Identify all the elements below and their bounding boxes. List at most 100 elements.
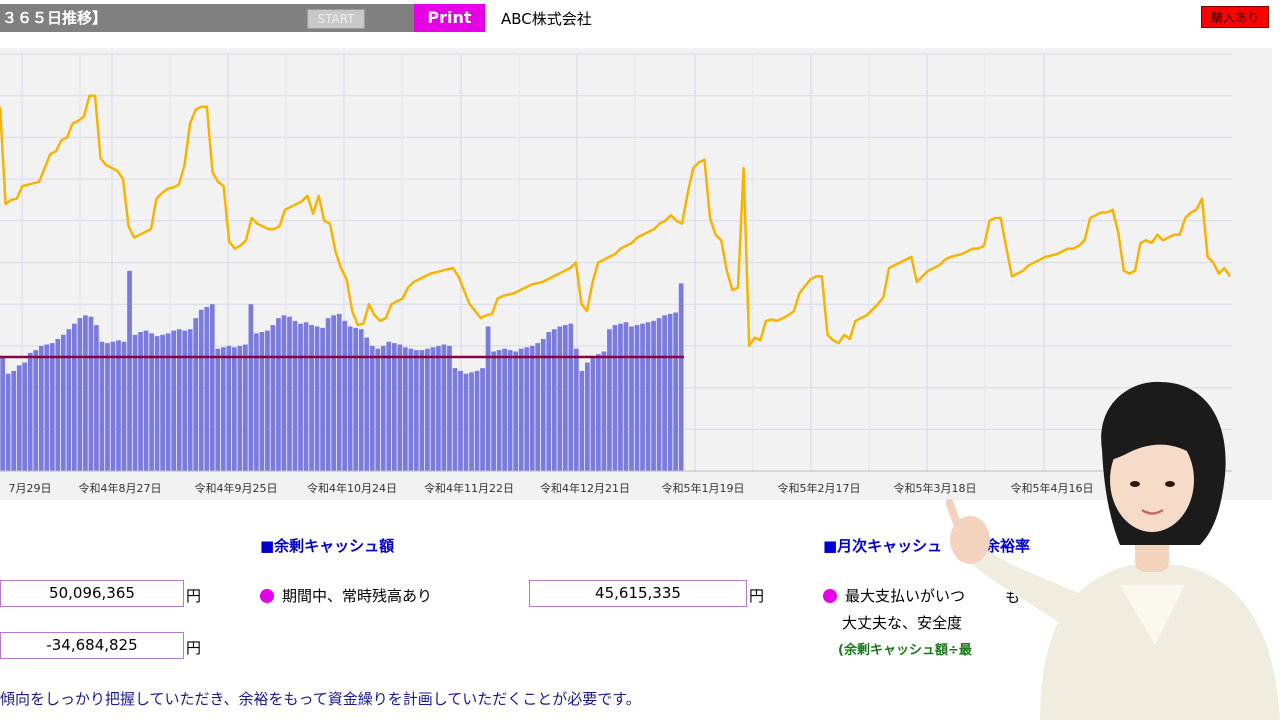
- chart-bar: [248, 304, 254, 471]
- chart-bar: [215, 348, 221, 471]
- chart-bar: [5, 373, 11, 471]
- chart-bar: [49, 343, 55, 471]
- value-field-2: -34,684,825: [0, 632, 184, 659]
- chart-bar: [220, 347, 226, 471]
- chart-bar: [138, 332, 143, 471]
- x-tick-label: 令和4年8月27日: [79, 481, 162, 495]
- chart-bar: [419, 350, 425, 471]
- chart-bar: [160, 334, 165, 471]
- bullet-icon: [823, 588, 837, 603]
- chart-bar: [640, 323, 645, 471]
- chart-bar: [386, 341, 392, 471]
- chart-bar: [596, 354, 601, 471]
- chart-bar: [662, 315, 667, 471]
- chart-bar: [270, 325, 276, 471]
- chart-bar: [518, 348, 524, 471]
- chart-bar: [414, 350, 419, 471]
- value-field-1: 50,096,365: [0, 580, 184, 607]
- chart-bar: [629, 326, 634, 471]
- x-tick-label: 令和4年10月24日: [307, 481, 397, 495]
- chart-bar: [99, 341, 105, 471]
- chart-bar: [77, 318, 83, 471]
- chart-bar: [226, 345, 232, 471]
- chart-bar: [667, 313, 673, 471]
- print-button[interactable]: Print: [414, 4, 485, 32]
- chart-bar: [485, 326, 491, 471]
- chart-bar: [496, 350, 502, 471]
- chart-bar: [612, 325, 618, 471]
- chart-bar: [254, 333, 259, 471]
- chart-bar: [88, 316, 94, 471]
- chart-bar: [55, 338, 61, 471]
- chart-bar: [402, 347, 408, 471]
- chart-bar: [281, 315, 287, 471]
- chart-bar: [551, 329, 557, 471]
- chart-bar: [276, 318, 281, 471]
- chart-bar: [11, 370, 17, 471]
- chart-bar: [452, 368, 458, 471]
- chart-bar: [193, 318, 199, 471]
- chart-bar: [447, 345, 452, 471]
- chart-bar: [634, 325, 640, 471]
- chart-bar: [231, 347, 237, 471]
- chart-bar: [94, 325, 99, 471]
- chart-bar: [237, 345, 243, 471]
- chart-bar: [469, 372, 474, 471]
- chart-bar: [463, 373, 469, 471]
- chart-bar: [22, 362, 28, 471]
- chart-bar: [375, 348, 381, 471]
- chart-bar: [325, 318, 331, 471]
- chart-bar: [480, 368, 485, 471]
- chart-bar: [209, 304, 215, 471]
- x-tick-label: 7月29日: [9, 482, 52, 495]
- chart-bar: [502, 348, 507, 471]
- chart-bar: [651, 320, 656, 471]
- yen-label-1: 円: [186, 587, 202, 605]
- chart-bar: [127, 270, 132, 471]
- chart-bar: [562, 325, 568, 471]
- chart-bar: [546, 332, 552, 471]
- chart-bar: [176, 329, 182, 471]
- chart-bar: [656, 318, 662, 471]
- chart-bar: [380, 345, 386, 471]
- top-bar: ３６５日推移】 START Print ABC株式会社 購入あり: [0, 0, 1280, 36]
- chart-bar: [171, 330, 177, 471]
- chart-bar: [132, 334, 138, 471]
- chart-bar: [298, 323, 303, 471]
- chart-bar: [436, 345, 441, 471]
- chart-bar: [287, 316, 292, 471]
- start-button[interactable]: START: [307, 9, 365, 29]
- advice-text: 傾向をしっかり把握していただき、余裕をもって資金繰りを計画していただくことが必要…: [0, 690, 641, 708]
- chart-bar: [66, 329, 72, 471]
- chart-bar: [474, 370, 480, 471]
- chart-bar: [165, 333, 171, 471]
- chart-bar: [585, 362, 590, 471]
- chart-bar: [458, 370, 463, 471]
- x-tick-label: 令和4年12月21日: [540, 481, 630, 495]
- company-name: ABC株式会社: [501, 10, 592, 28]
- chart-bar: [309, 325, 314, 471]
- chart-bar: [149, 333, 154, 471]
- chart-bar: [573, 348, 579, 471]
- cash-surplus-title: ■余剰キャッシュ額: [260, 537, 395, 555]
- monthly-cash-title: ■月次キャッシュ: [823, 537, 943, 555]
- chart-bar: [243, 344, 248, 471]
- purchase-button[interactable]: 購入あり: [1201, 6, 1269, 28]
- chart-bar: [430, 347, 436, 471]
- chart-bar: [507, 350, 513, 471]
- chart-bar: [121, 341, 127, 471]
- x-tick-label: 令和4年9月25日: [195, 481, 278, 495]
- chart-bar: [678, 283, 684, 471]
- chart-bar: [358, 329, 364, 471]
- chart-bar: [601, 351, 607, 471]
- chart-bar: [607, 329, 612, 471]
- chart-bar: [342, 320, 348, 471]
- chart-bar: [0, 357, 6, 471]
- value-field-3: 45,615,335: [529, 580, 747, 607]
- chart-bar: [143, 330, 149, 471]
- chart-bar: [83, 315, 88, 471]
- yen-label-3: 円: [749, 587, 765, 605]
- x-tick-label: 令和4年11月22日: [424, 481, 514, 495]
- x-tick-label: 令和5年2月17日: [778, 481, 861, 495]
- chart-bar: [265, 330, 270, 471]
